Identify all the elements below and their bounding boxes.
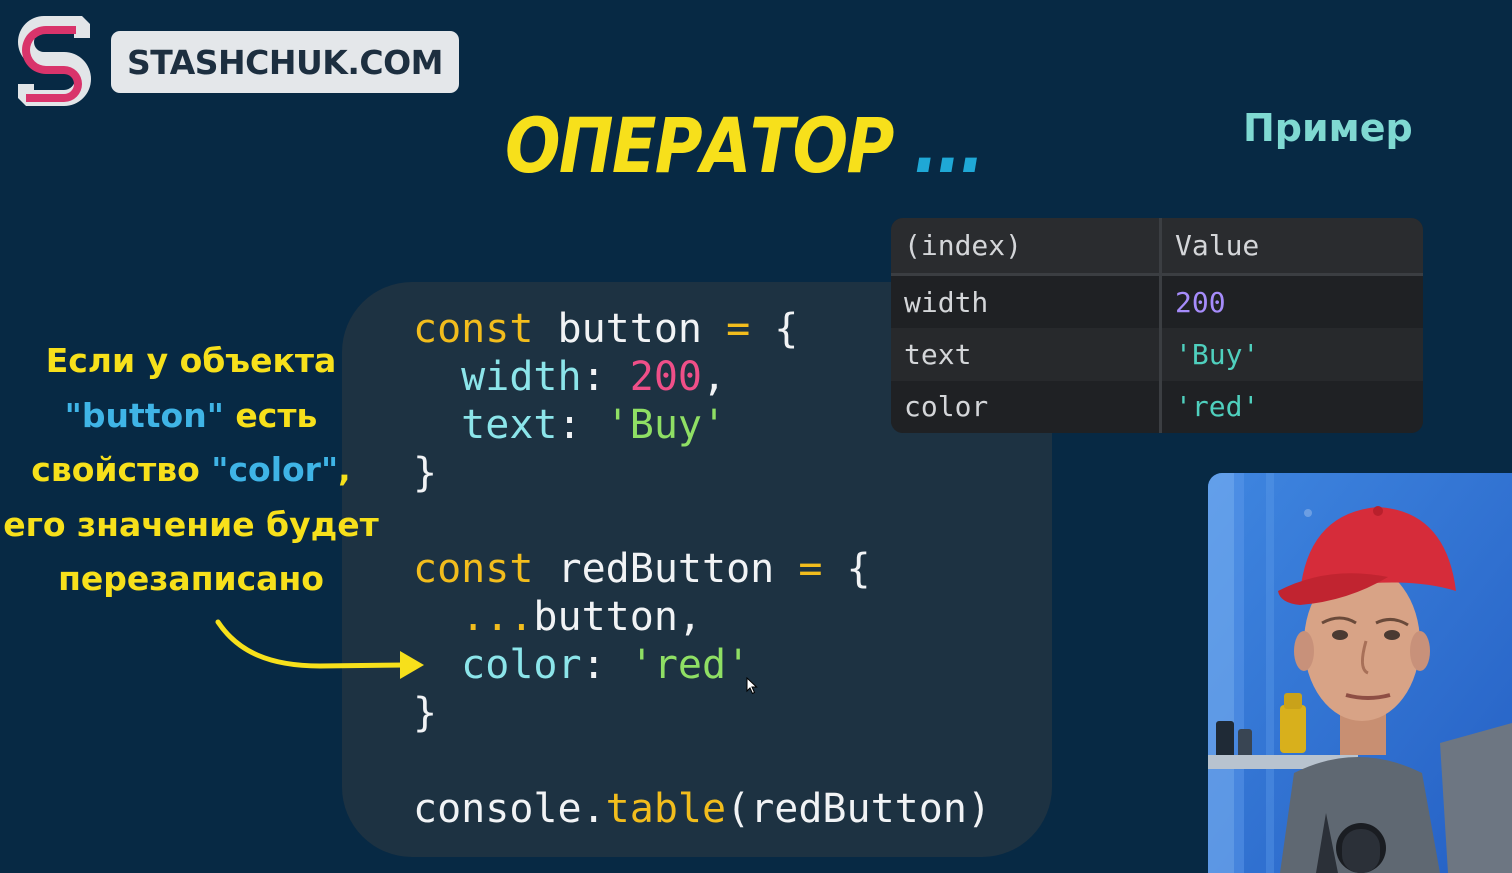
table-row: color 'red': [891, 380, 1423, 433]
title-text: ОПЕРАТОР: [505, 101, 894, 190]
curved-arrow-icon: [215, 619, 424, 679]
spread-operator: ...: [461, 594, 534, 640]
table-row: text 'Buy': [891, 328, 1423, 381]
title-dots: ...: [913, 101, 985, 190]
table-row: width 200: [891, 274, 1423, 329]
identifier-redbutton: redButton: [557, 546, 775, 592]
example-label: Пример: [1243, 106, 1413, 150]
mouse-pointer-icon: [746, 677, 758, 695]
identifier-button: button: [557, 306, 703, 352]
note-line-3: свойство "color",: [0, 443, 382, 498]
note-line-2-rest: есть: [223, 395, 318, 435]
value-text: 'Buy': [605, 402, 727, 448]
console-table-header-row: (index) Value: [891, 218, 1423, 276]
note-highlight-color: "color": [211, 450, 339, 489]
identifier-console: console: [413, 786, 582, 832]
column-header-index: (index): [891, 218, 1162, 276]
keyword-const: const: [413, 546, 534, 592]
column-header-value: Value: [1160, 218, 1423, 276]
note-line-4: его значение будет: [3, 504, 379, 544]
annotation-note: Если у объекта "button" есть свойство "c…: [0, 334, 382, 607]
method-table: table: [605, 786, 727, 832]
keyword-const: const: [413, 306, 534, 352]
note-highlight-button: "button": [64, 395, 224, 435]
brace-open: {: [774, 306, 799, 352]
identifier-button: button: [533, 594, 678, 640]
property-color: color: [461, 642, 582, 688]
note-line-3-post: ,: [338, 450, 351, 489]
value-color: 'red': [629, 642, 751, 688]
operator-assign: =: [798, 546, 823, 592]
brace-close: }: [413, 690, 438, 736]
console-table-output: (index) Value width 200 text 'Buy' color…: [891, 218, 1423, 433]
presenter-webcam: [1208, 473, 1512, 873]
slide-title: ОПЕРАТОР ...: [505, 96, 985, 196]
note-line-5: перезаписано: [58, 559, 324, 598]
value-width: 200: [629, 354, 703, 400]
brace-open: {: [846, 546, 871, 592]
row-index-cell: width: [891, 274, 1162, 329]
presenter-video-frame: [1208, 473, 1512, 873]
property-text: text: [461, 402, 558, 448]
brand-badge: STASHCHUK.COM: [111, 31, 459, 93]
note-line-2: "button" есть: [0, 389, 382, 444]
note-line-1: Если у объекта: [45, 341, 337, 380]
brand-name: STASHCHUK.COM: [127, 42, 444, 82]
row-index-cell: text: [891, 328, 1162, 381]
operator-assign: =: [726, 306, 751, 352]
row-value-cell: 'red': [1175, 390, 1260, 424]
property-width: width: [461, 354, 582, 400]
row-value-cell: 'Buy': [1175, 337, 1260, 371]
row-index-cell: color: [891, 380, 1162, 433]
stashchuk-logo-icon: [18, 16, 91, 106]
brace-close: }: [413, 450, 438, 496]
note-line-3-pre: свойство: [31, 450, 212, 489]
row-value-cell: 200: [1175, 285, 1226, 319]
console-argument: redButton: [750, 786, 967, 832]
